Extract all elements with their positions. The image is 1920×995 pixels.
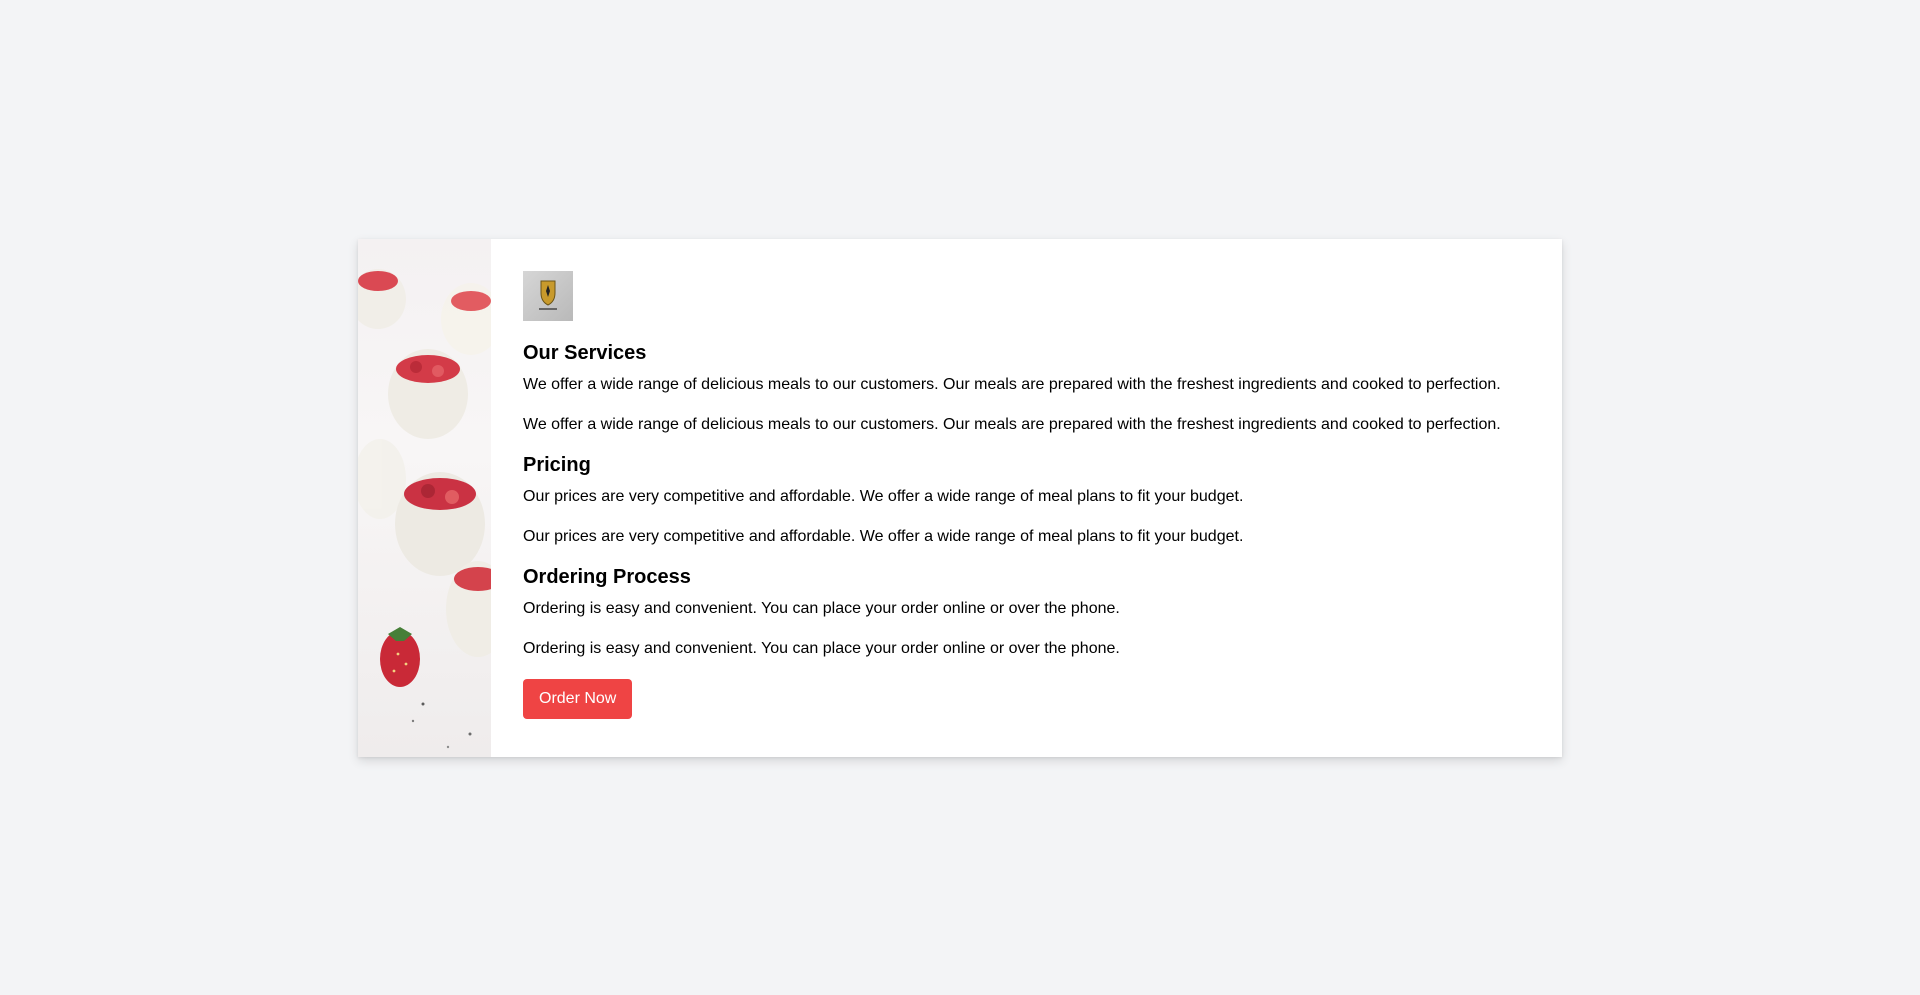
services-paragraph: We offer a wide range of delicious meals… [523, 376, 1501, 393]
pricing-section: Pricing Our prices are very competitive … [523, 453, 1530, 547]
services-section: Our Services We offer a wide range of de… [523, 341, 1530, 435]
pricing-paragraph: Our prices are very competitive and affo… [523, 528, 1244, 545]
ordering-paragraph: Ordering is easy and convenient. You can… [523, 600, 1120, 617]
pricing-paragraph: Our prices are very competitive and affo… [523, 488, 1244, 505]
content-panel: Our Services We offer a wide range of de… [491, 239, 1562, 757]
crest-icon [539, 280, 557, 310]
strawberry-dessert-image [358, 269, 491, 749]
section-title-services: Our Services [523, 342, 647, 364]
ordering-section: Ordering Process Ordering is easy and co… [523, 565, 1530, 659]
services-paragraph: We offer a wide range of delicious meals… [523, 416, 1501, 433]
ordering-paragraph: Ordering is easy and convenient. You can… [523, 640, 1120, 657]
dessert-photo [358, 239, 491, 757]
order-now-button[interactable]: Order Now [523, 679, 633, 719]
section-title-ordering: Ordering Process [523, 566, 691, 588]
section-title-pricing: Pricing [523, 454, 591, 476]
brand-logo [523, 271, 573, 321]
content-card: Our Services We offer a wide range of de… [358, 239, 1562, 757]
